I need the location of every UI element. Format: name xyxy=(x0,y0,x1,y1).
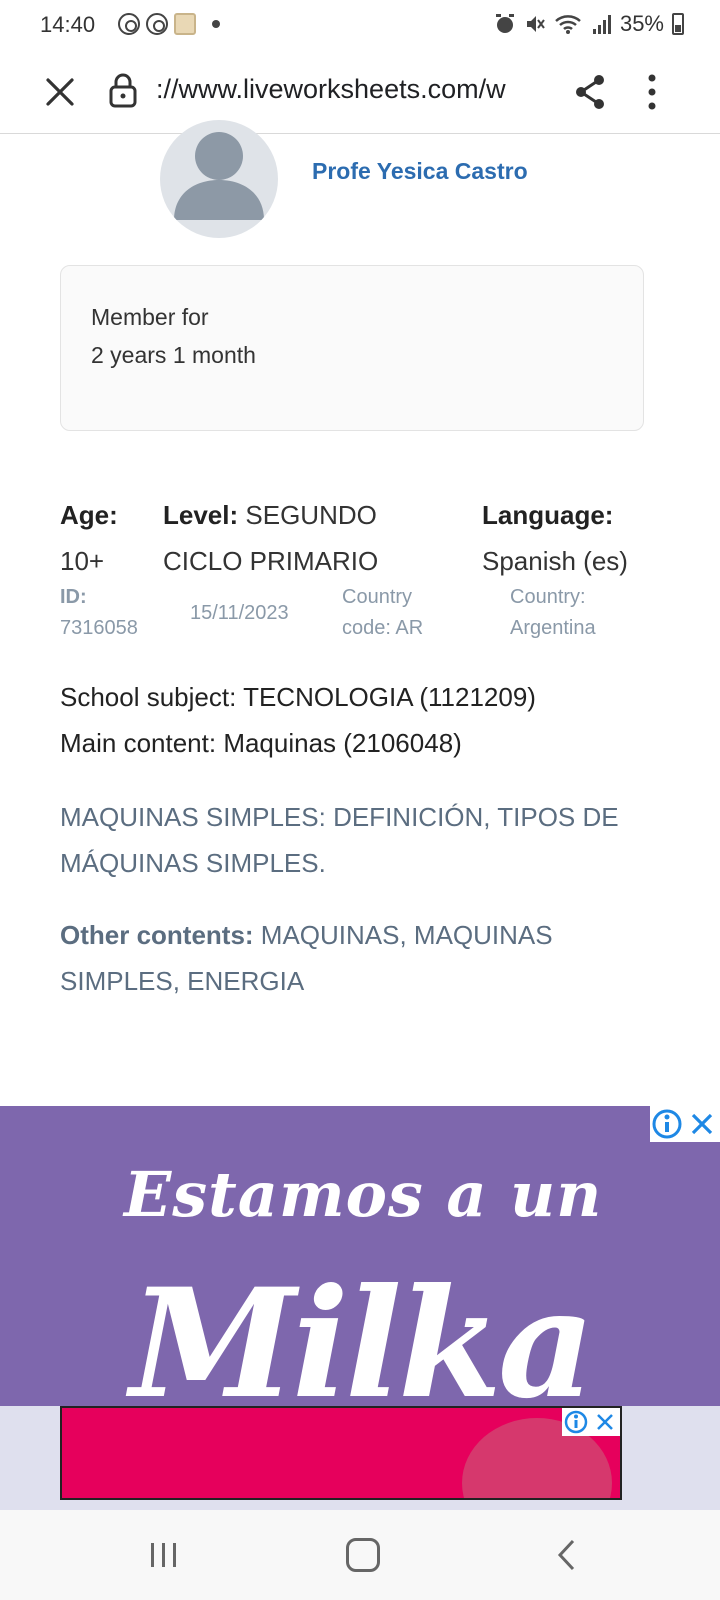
country-code: Country code: AR xyxy=(342,582,423,644)
close-icon[interactable] xyxy=(42,74,78,110)
signal-icon xyxy=(592,15,611,34)
other-contents: Other contents: MAQUINAS, MAQUINAS SIMPL… xyxy=(60,912,660,1004)
secondary-ad[interactable] xyxy=(60,1406,622,1500)
level-value-line2: CICLO PRIMARIO xyxy=(163,546,379,576)
country-line2: Argentina xyxy=(510,617,596,639)
member-duration: 2 years 1 month xyxy=(91,342,256,368)
subject-info: School subject: TECNOLOGIA (1121209) Mai… xyxy=(60,674,536,766)
level-info: Level: SEGUNDO CICLO PRIMARIO xyxy=(163,492,443,584)
member-card: Member for 2 years 1 month xyxy=(60,265,644,431)
ad-info-icon[interactable] xyxy=(562,1408,590,1436)
age-value: 10+ xyxy=(60,546,105,576)
age-label: Age: xyxy=(60,500,118,530)
share-icon[interactable] xyxy=(572,72,608,112)
notification-icon xyxy=(118,13,140,35)
other-contents-label: Other contents: xyxy=(60,920,254,950)
language-value: Spanish (es) xyxy=(482,546,628,576)
age-info: Age: 10+ xyxy=(60,492,150,584)
country-line1: Country: xyxy=(510,586,586,608)
id-value: 7316058 xyxy=(60,617,138,639)
ad-brand-logo: Milka xyxy=(130,1256,595,1406)
home-icon[interactable] xyxy=(346,1538,380,1572)
notification-icon xyxy=(146,13,168,35)
language-label: Language: xyxy=(482,500,614,530)
lock-icon[interactable] xyxy=(108,72,138,108)
avatar[interactable] xyxy=(160,120,278,238)
ad-headline: Estamos a un xyxy=(124,1158,603,1231)
id-label: ID: xyxy=(60,586,87,608)
user-avatar-icon xyxy=(174,132,264,220)
country: Country: Argentina xyxy=(510,582,596,644)
system-nav-bar xyxy=(0,1510,720,1600)
browser-toolbar: ://www.liveworksheets.com/w xyxy=(0,50,720,134)
battery-icon xyxy=(672,13,684,35)
notification-icons xyxy=(118,13,220,35)
more-options-icon[interactable] xyxy=(642,70,662,114)
battery-percent: 35% xyxy=(619,11,664,36)
ad-close-icon[interactable] xyxy=(684,1106,720,1142)
recent-apps-icon[interactable] xyxy=(148,1540,180,1570)
ad-banner[interactable]: Estamos a un Milka xyxy=(0,1106,720,1406)
worksheet-id: ID: 7316058 xyxy=(60,582,138,644)
member-label: Member for xyxy=(91,304,209,330)
ad-info-icon[interactable] xyxy=(650,1106,684,1142)
ad-close-icon[interactable] xyxy=(590,1408,620,1436)
country-code-line2: code: AR xyxy=(342,617,424,639)
status-time: 14:40 xyxy=(40,12,96,37)
gallery-notification-icon xyxy=(174,13,196,35)
language-info: Language: Spanish (es) xyxy=(482,492,682,584)
school-subject: School subject: TECNOLOGIA (1121209) xyxy=(60,682,536,712)
status-bar: 14:40 35% xyxy=(0,0,720,50)
main-content: Main content: Maquinas (2106048) xyxy=(60,728,462,758)
alarm-icon xyxy=(495,14,514,33)
wifi-icon xyxy=(555,15,581,34)
system-icons: 35% xyxy=(494,11,684,37)
publish-date: 15/11/2023 xyxy=(190,602,289,624)
mute-icon xyxy=(526,16,545,32)
worksheet-description: MAQUINAS SIMPLES: DEFINICIÓN, TIPOS DE M… xyxy=(60,802,619,878)
url-bar[interactable]: ://www.liveworksheets.com/w xyxy=(156,74,546,105)
author-name-link[interactable]: Profe Yesica Castro xyxy=(312,158,528,185)
country-code-line1: Country xyxy=(342,586,413,608)
level-value-line1: SEGUNDO xyxy=(245,500,377,530)
more-notifications-dot-icon xyxy=(212,20,220,28)
back-icon[interactable] xyxy=(556,1538,576,1572)
level-label: Level: xyxy=(163,500,239,530)
